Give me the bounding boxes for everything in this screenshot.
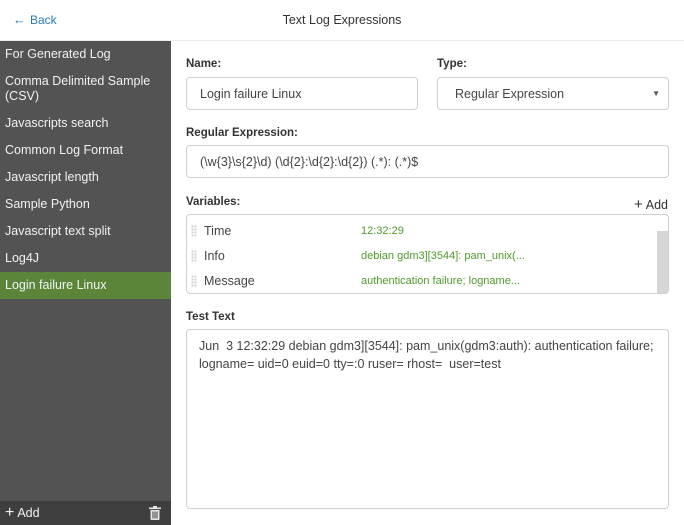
drag-handle-icon[interactable] bbox=[191, 224, 197, 237]
add-variable-label: Add bbox=[645, 198, 668, 212]
variable-row[interactable]: Message authentication failure; logname.… bbox=[187, 268, 657, 293]
sidebar-item[interactable]: Log4J bbox=[0, 245, 171, 272]
sidebar-item[interactable]: Javascripts search bbox=[0, 110, 171, 137]
sidebar-item[interactable]: Sample Python bbox=[0, 191, 171, 218]
name-value: Login failure Linux bbox=[200, 86, 302, 101]
regex-label: Regular Expression: bbox=[186, 127, 298, 139]
sidebar-item[interactable]: Comma Delimited Sample (CSV) bbox=[0, 68, 171, 110]
add-variable-button[interactable]: + Add bbox=[633, 196, 668, 213]
name-label: Name: bbox=[186, 58, 222, 70]
variables-label: Variables: bbox=[186, 196, 241, 208]
variable-row[interactable]: Time 12:32:29 bbox=[187, 218, 657, 243]
regex-input[interactable]: (\w{3}\s{2}\d) (\d{2}:\d{2}:\d{2}) (.*):… bbox=[186, 145, 669, 178]
add-expression-button[interactable]: + Add bbox=[5, 504, 40, 521]
regex-value: (\w{3}\s{2}\d) (\d{2}:\d{2}:\d{2}) (.*):… bbox=[200, 154, 419, 169]
variables-list: Time 12:32:29 Info debian gdm3][3544]: p… bbox=[186, 214, 669, 294]
type-label: Type: bbox=[437, 58, 467, 70]
variable-row[interactable]: Info debian gdm3][3544]: pam_unix(... bbox=[187, 243, 657, 268]
page-title: Text Log Expressions bbox=[282, 13, 402, 27]
test-text-label: Test Text bbox=[186, 311, 235, 323]
drag-handle-icon[interactable] bbox=[191, 274, 197, 287]
sidebar-footer: + Add bbox=[0, 501, 171, 525]
variable-value: debian gdm3][3544]: pam_unix(... bbox=[361, 249, 525, 262]
variable-name: Message bbox=[204, 273, 255, 288]
variables-scrollbar[interactable] bbox=[657, 231, 668, 293]
add-label: Add bbox=[17, 506, 40, 520]
variable-value: 12:32:29 bbox=[361, 224, 404, 237]
plus-icon: + bbox=[5, 504, 15, 521]
sidebar-item[interactable]: Javascript text split bbox=[0, 218, 171, 245]
variable-name: Time bbox=[204, 223, 232, 238]
caret-down-icon: ▼ bbox=[652, 89, 660, 98]
sidebar: For Generated Log Comma Delimited Sample… bbox=[0, 41, 171, 525]
type-select[interactable]: Regular Expression ▼ bbox=[437, 77, 669, 110]
sidebar-item-active[interactable]: Login failure Linux bbox=[0, 272, 171, 299]
sidebar-item[interactable]: Common Log Format bbox=[0, 137, 171, 164]
header: ← Back Text Log Expressions bbox=[0, 0, 684, 41]
plus-icon: + bbox=[633, 196, 643, 213]
drag-handle-icon[interactable] bbox=[191, 249, 197, 262]
variable-name: Info bbox=[204, 248, 225, 263]
type-value: Regular Expression bbox=[455, 86, 565, 101]
variable-value: authentication failure; logname... bbox=[361, 274, 520, 287]
sidebar-item[interactable]: For Generated Log bbox=[0, 41, 171, 68]
name-input[interactable]: Login failure Linux bbox=[186, 77, 418, 110]
trash-icon[interactable] bbox=[149, 506, 161, 520]
sidebar-item[interactable]: Javascript length bbox=[0, 164, 171, 191]
test-text-area[interactable]: Jun 3 12:32:29 debian gdm3][3544]: pam_u… bbox=[186, 329, 669, 509]
